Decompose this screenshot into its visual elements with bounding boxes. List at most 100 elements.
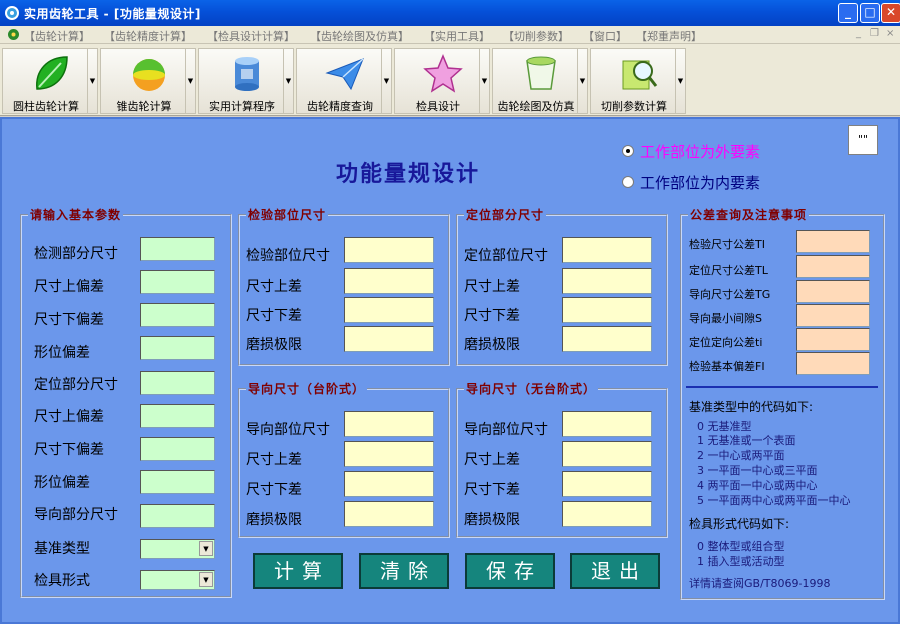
guide-step-size-label: 导向部位尺寸	[246, 422, 330, 438]
bevel-gear-calc-button[interactable]: 锥齿轮计算 ▼	[100, 48, 196, 114]
cylindrical-gear-calc-button[interactable]: 圆柱齿轮计算 ▼	[2, 48, 98, 114]
menu-declaration[interactable]: 【郑重声明】	[636, 28, 702, 44]
menu-window[interactable]: 【窗口】	[583, 28, 627, 44]
guide-nostep-wear-input[interactable]	[562, 501, 652, 527]
guide-nostep-size-input[interactable]	[562, 411, 652, 437]
dropdown-arrow-icon[interactable]: ▼	[675, 49, 685, 113]
radio-inner-element[interactable]	[622, 176, 634, 188]
locate-upper-dev-input[interactable]	[140, 404, 215, 428]
inspect-upper-label: 尺寸上差	[246, 279, 302, 295]
locate-size-input[interactable]	[140, 371, 215, 395]
small-text-box[interactable]: ""	[848, 125, 878, 155]
guide-step-upper-input[interactable]	[344, 441, 434, 467]
exit-button[interactable]: 退出	[570, 553, 660, 589]
datum-code-3: 3 一平面一中心或三平面	[697, 464, 818, 477]
detect-form-dev-label: 形位偏差	[34, 345, 90, 361]
star-icon	[423, 54, 463, 93]
locate-form-dev-input[interactable]	[140, 470, 215, 494]
tol-tg-input[interactable]	[796, 280, 870, 303]
tolerance-title: 公差查询及注意事项	[688, 206, 810, 223]
tool-label: 锥齿轮计算	[116, 100, 172, 113]
dropdown-arrow-icon[interactable]: ▼	[283, 49, 293, 113]
chevron-down-icon[interactable]: ▼	[199, 541, 213, 556]
gear-drawing-sim-button[interactable]: 齿轮绘图及仿真 ▼	[492, 48, 588, 114]
tol-s-input[interactable]	[796, 304, 870, 327]
cutting-params-calc-button[interactable]: 切削参数计算 ▼	[590, 48, 686, 114]
mdi-restore-button[interactable]: ❐	[870, 28, 879, 39]
gauge-design-button[interactable]: 检具设计 ▼	[394, 48, 490, 114]
guide-nostep-size-label: 导向部位尺寸	[464, 422, 548, 438]
locate-wear-input[interactable]	[562, 326, 652, 352]
title-bar: 实用齿轮工具 - [功能量规设计] _ □ ✕	[0, 0, 900, 26]
menu-cutting-params[interactable]: 【切削参数】	[503, 28, 569, 44]
datum-type-select[interactable]: ▼	[140, 539, 215, 559]
chevron-down-icon[interactable]: ▼	[199, 572, 213, 587]
detect-form-dev-input[interactable]	[140, 336, 215, 360]
menu-gauge-design[interactable]: 【检具设计计算】	[207, 28, 295, 44]
menu-gear-drawing[interactable]: 【齿轮绘图及仿真】	[310, 28, 409, 44]
tol-fi-input[interactable]	[796, 352, 870, 375]
inspect-lower-label: 尺寸下差	[246, 308, 302, 324]
mdi-close-button[interactable]: ×	[886, 28, 894, 39]
guide-size-input[interactable]	[140, 504, 215, 528]
paper-plane-icon	[325, 58, 364, 91]
tool-label: 检具设计	[416, 100, 460, 113]
close-button[interactable]: ✕	[881, 3, 900, 23]
utility-calc-button[interactable]: 实用计算程序 ▼	[198, 48, 294, 114]
menu-tools[interactable]: 【实用工具】	[424, 28, 490, 44]
inspect-wear-input[interactable]	[344, 326, 434, 352]
radio-outer-label[interactable]: 工作部位为外要素	[640, 141, 760, 162]
inspect-size-label: 检验部位尺寸	[246, 248, 330, 264]
basic-params-title: 请输入基本参数	[28, 206, 124, 223]
tol-ti2-input[interactable]	[796, 328, 870, 351]
mdi-minimize-button[interactable]: _	[856, 28, 861, 39]
guide-step-size-input[interactable]	[344, 411, 434, 437]
detect-upper-dev-input[interactable]	[140, 270, 215, 294]
locate-part-size-input[interactable]	[562, 237, 652, 263]
locate-upper-dev-label: 尺寸上偏差	[34, 409, 104, 425]
calculate-button[interactable]: 计算	[253, 553, 343, 589]
locate-upper-input[interactable]	[562, 268, 652, 294]
dropdown-arrow-icon[interactable]: ▼	[87, 49, 97, 113]
tol-tl-input[interactable]	[796, 255, 870, 278]
guide-nostep-upper-label: 尺寸上差	[464, 452, 520, 468]
detect-size-input[interactable]	[140, 237, 215, 261]
menu-app-icon[interactable]	[7, 28, 20, 41]
gauge-form-select[interactable]: ▼	[140, 570, 215, 590]
maximize-button[interactable]: □	[860, 3, 880, 23]
radio-outer-element[interactable]	[622, 145, 634, 157]
inspect-wear-label: 磨损极限	[246, 337, 302, 353]
tol-ti-label: 检验尺寸公差TI	[689, 238, 765, 251]
dropdown-arrow-icon[interactable]: ▼	[381, 49, 391, 113]
gear-accuracy-query-button[interactable]: 齿轮精度查询 ▼	[296, 48, 392, 114]
minimize-button[interactable]: _	[838, 3, 858, 23]
save-button[interactable]: 保存	[465, 553, 555, 589]
dropdown-arrow-icon[interactable]: ▼	[577, 49, 587, 113]
locate-lower-input[interactable]	[562, 297, 652, 323]
guide-step-wear-input[interactable]	[344, 501, 434, 527]
gauge-codes-header: 检具形式代码如下:	[689, 517, 790, 531]
locate-lower-dev-input[interactable]	[140, 437, 215, 461]
locate-upper-label: 尺寸上差	[464, 279, 520, 295]
inspect-lower-input[interactable]	[344, 297, 434, 323]
menu-gear-calc[interactable]: 【齿轮计算】	[24, 28, 90, 44]
dropdown-arrow-icon[interactable]: ▼	[185, 49, 195, 113]
clear-button[interactable]: 清除	[359, 553, 449, 589]
radio-inner-label[interactable]: 工作部位为内要素	[640, 172, 760, 193]
guide-nostep-upper-input[interactable]	[562, 441, 652, 467]
tol-tl-label: 定位尺寸公差TL	[689, 264, 768, 277]
inspect-upper-input[interactable]	[344, 268, 434, 294]
locate-size-label: 定位部分尺寸	[34, 377, 118, 393]
menu-gear-accuracy[interactable]: 【齿轮精度计算】	[104, 28, 192, 44]
guide-step-lower-input[interactable]	[344, 471, 434, 497]
gauge-form-label: 检具形式	[34, 573, 90, 589]
guide-nostep-lower-label: 尺寸下差	[464, 482, 520, 498]
detect-lower-dev-input[interactable]	[140, 303, 215, 327]
dropdown-arrow-icon[interactable]: ▼	[479, 49, 489, 113]
inspect-size-input[interactable]	[344, 237, 434, 263]
guide-nostep-lower-input[interactable]	[562, 471, 652, 497]
teacup-icon	[526, 56, 556, 90]
tol-ti-input[interactable]	[796, 230, 870, 253]
standard-reference: 详情请查阅GB/T8069-1998	[689, 577, 831, 590]
guide-step-upper-label: 尺寸上差	[246, 452, 302, 468]
